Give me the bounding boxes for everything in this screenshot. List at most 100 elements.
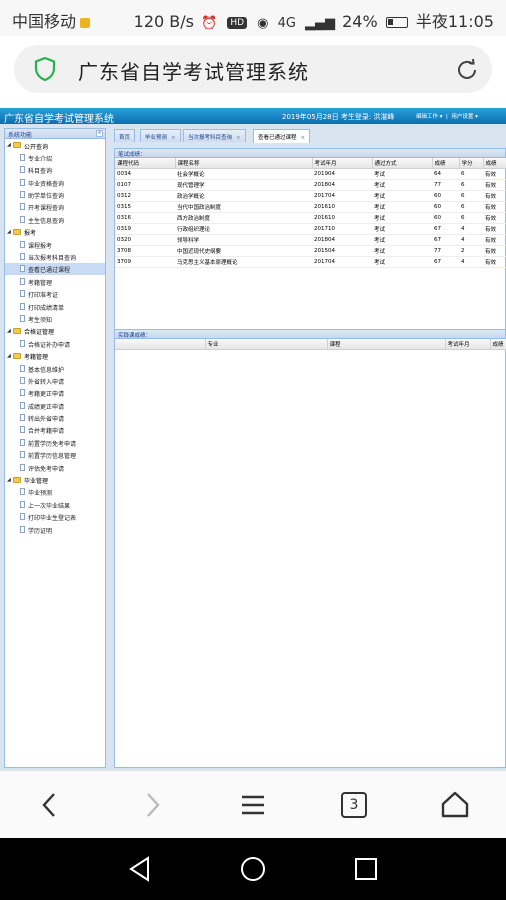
tree-item[interactable]: 合并考籍申请 [5,424,105,436]
forward-icon[interactable] [136,789,168,821]
table-row[interactable]: 0107 现代管理学 201804 考试 77 6 有效 [115,179,506,191]
table-cell: 77 [432,179,459,191]
tree-group[interactable]: ◢ 合格证管理 [5,325,105,337]
column-header[interactable]: 通过方式 [372,158,433,169]
table-row[interactable]: 0315 当代中国政治制度 201610 考试 60 6 有效 [115,201,506,213]
expand-toggle-icon[interactable]: ◢ [7,142,11,148]
tree-group[interactable]: ◢ 毕业管理 [5,474,105,486]
tree-item[interactable]: 科目查询 [5,164,105,176]
tree-item[interactable]: 打印毕业生登记表 [5,511,105,523]
table-cell: 马克思主义基本原理概论 [175,256,312,268]
column-header[interactable]: 课程名称 [175,158,313,169]
tree-item[interactable]: 毕业预测 [5,486,105,498]
tree-item[interactable]: 打印成绩清单 [5,300,105,312]
tree-item[interactable]: 查看已通过课程 [5,262,105,276]
reload-icon[interactable] [454,57,480,83]
table-row[interactable]: 0320 领导科学 201804 考试 67 4 有效 [115,234,506,246]
collapse-icon[interactable]: « [96,130,103,137]
table-cell: 0312 [115,190,175,202]
column-header[interactable]: 成绩 [432,158,460,169]
tree-item[interactable]: 外省转入申请 [5,374,105,386]
tree-group[interactable]: ◢ 报考 [5,226,105,238]
tab-switcher-button[interactable]: 3 [341,792,367,818]
carrier-label: 中国移动 [12,8,91,32]
column-header[interactable]: 学分 [459,158,484,169]
tree-item[interactable]: 课程报考 [5,238,105,250]
menu-item-edit[interactable]: 编辑工作 ▾ [416,114,443,120]
tree-group[interactable]: ◢ 考籍管理 [5,350,105,362]
table-cell: 行政组织理论 [175,223,312,235]
table-cell: 考试 [372,256,432,268]
panel-title: 实践课成绩： [115,330,505,339]
tree-item[interactable]: 前置学历信息管理 [5,449,105,461]
address-bar[interactable]: 广东省自学考试管理系统 [14,45,492,93]
expand-toggle-icon[interactable]: ◢ [7,477,11,483]
table-cell: 77 [432,245,459,257]
alarm-icon: ⏰ [201,16,218,31]
tree-item[interactable]: 基本信息维护 [5,362,105,374]
tree-item[interactable]: 成绩更正申请 [5,399,105,411]
table-row[interactable]: 0319 行政组织理论 201710 考试 67 4 有效 [115,223,506,235]
tree-item[interactable]: 考籍管理 [5,275,105,287]
tab-home[interactable]: 首页 [114,129,136,142]
tree-item[interactable]: 开考课程查询 [5,201,105,213]
table-cell: 201610 [312,201,372,213]
column-header[interactable]: 课程 [327,339,446,350]
page-icon [20,525,25,533]
nav-recents-icon[interactable] [352,855,380,883]
expand-toggle-icon[interactable]: ◢ [7,229,11,235]
table-row[interactable]: 3708 中国近现代史纲要 201504 考试 77 2 有效 [115,245,506,257]
tree-group[interactable]: ◢ 公开查询 [5,139,105,151]
tree-item[interactable]: 学历证明 [5,523,105,535]
expand-toggle-icon[interactable]: ◢ [7,328,11,334]
table-cell: 领导科学 [175,234,312,246]
nav-home-icon[interactable] [239,855,267,883]
table-cell: 201704 [312,256,372,268]
table-row[interactable]: 0312 政治学概论 201704 考试 60 6 有效 [115,190,506,202]
home-icon[interactable] [439,789,471,821]
tree-item[interactable]: 毕业资格查询 [5,176,105,188]
table-row[interactable]: 0034 社会学概论 201904 考试 64 6 有效 [115,168,506,180]
tree-item[interactable]: 主生信息查询 [5,213,105,225]
tree-item[interactable]: 打印准考证 [5,288,105,300]
table-cell: 考试 [372,168,432,180]
table-cell: 考试 [372,223,432,235]
tree-item[interactable]: 考籍更正申请 [5,387,105,399]
tab-passed-courses[interactable]: 查看已通过课程 × [253,129,311,143]
column-header[interactable] [115,339,206,350]
folder-icon [13,352,21,359]
tab-current-exam-query[interactable]: 当次报考科目查询 × [183,129,246,142]
column-header[interactable]: 考试年月 [312,158,373,169]
close-icon[interactable]: × [171,135,176,141]
tree-item[interactable]: 考生须知 [5,312,105,324]
tree-item[interactable]: 专业介绍 [5,151,105,163]
column-header[interactable]: 成绩 [483,158,506,169]
folder-icon [13,228,21,235]
page-icon [20,290,25,298]
network-speed: 120 B/s [133,12,194,31]
table-row[interactable]: 3709 马克思主义基本原理概论 201704 考试 67 4 有效 [115,256,506,268]
practice-results-table: 专业 课程 考试年月 成绩 [115,339,506,350]
tree-item[interactable]: 上一次毕业结果 [5,498,105,510]
close-icon[interactable]: × [301,135,306,141]
nav-back-icon[interactable] [126,855,154,883]
tree-item[interactable]: 转出外省申请 [5,412,105,424]
table-cell: 有效 [483,190,506,202]
column-header[interactable]: 专业 [205,339,328,350]
tree-item[interactable]: 评估免考申请 [5,461,105,473]
tree-item[interactable]: 前置学历免考申请 [5,436,105,448]
tree-item[interactable]: 助学单位查询 [5,189,105,201]
column-header[interactable]: 考试年月 [445,339,491,350]
menu-icon[interactable] [237,789,269,821]
tab-graduation-forecast[interactable]: 毕业预测 × [140,129,181,142]
tree-item[interactable]: 合格证补办申请 [5,337,105,349]
column-header[interactable]: 课程代码 [115,158,176,169]
tree-item[interactable]: 当次报考科目查询 [5,251,105,263]
back-icon[interactable] [34,789,66,821]
close-icon[interactable]: × [236,135,241,141]
expand-toggle-icon[interactable]: ◢ [7,353,11,359]
menu-item-user-settings[interactable]: 用户设置 ▾ [451,114,478,120]
table-row[interactable]: 0316 西方政治制度 201610 考试 60 6 有效 [115,212,506,224]
table-cell: 考试 [372,179,432,191]
column-header[interactable]: 成绩 [490,339,506,350]
